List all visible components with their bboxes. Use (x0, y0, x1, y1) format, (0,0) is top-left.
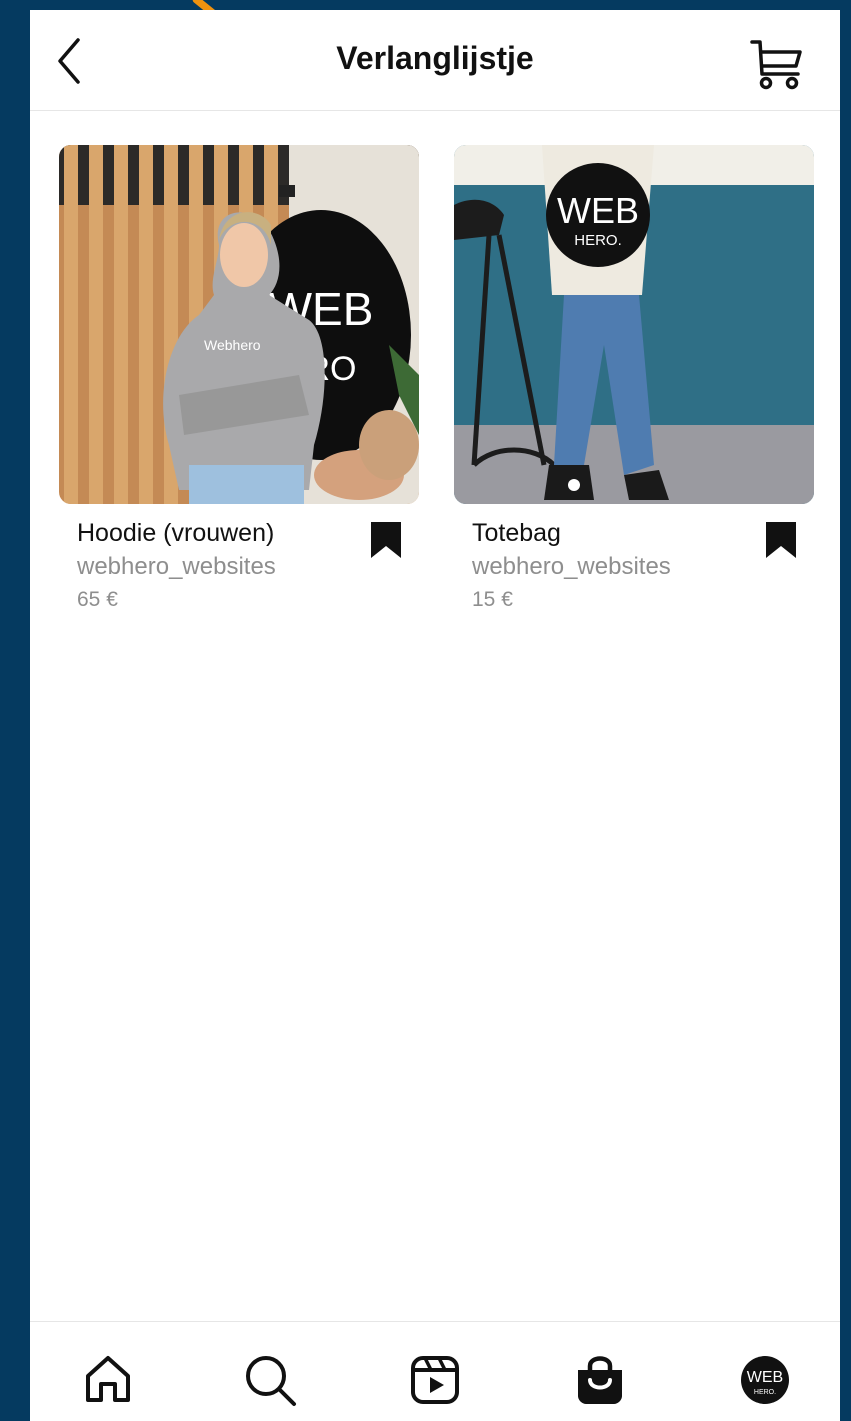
product-image-totebag[interactable]: WEB HERO. (454, 145, 814, 504)
product-card: WEB RO Webhero Hoodie (vrouwen) webhero_… (59, 145, 419, 616)
product-card: WEB HERO. Totebag webhero_websites 15 € (454, 145, 814, 616)
saved-bookmark-button[interactable] (763, 520, 799, 560)
phone-screen: Verlanglijstje WEB RO Webhero Hoodie (vr… (30, 10, 840, 1421)
svg-text:WEB: WEB (557, 190, 639, 231)
cart-icon (750, 40, 802, 90)
hoodie-photo: WEB RO Webhero (59, 145, 419, 504)
tab-reels[interactable] (405, 1350, 465, 1410)
svg-text:WEB: WEB (747, 1369, 783, 1386)
bookmark-filled-icon (766, 522, 796, 558)
saved-bookmark-button[interactable] (368, 520, 404, 560)
svg-text:HERO.: HERO. (574, 232, 622, 249)
tab-search[interactable] (240, 1350, 300, 1410)
totebag-photo: WEB HERO. (454, 145, 814, 504)
svg-text:HERO.: HERO. (754, 1389, 776, 1396)
search-icon (246, 1356, 296, 1406)
bookmark-filled-icon (371, 522, 401, 558)
home-icon (86, 1356, 130, 1402)
product-image-hoodie[interactable]: WEB RO Webhero (59, 145, 419, 504)
reels-icon (411, 1356, 459, 1404)
chevron-left-icon (58, 38, 80, 84)
cart-button[interactable] (746, 36, 806, 92)
tab-shop[interactable] (570, 1350, 630, 1410)
product-info: Hoodie (vrouwen) webhero_websites 65 € (59, 504, 419, 616)
top-nav-bar: Verlanglijstje (30, 10, 840, 111)
page-title-wrapper: Verlanglijstje (30, 40, 840, 77)
page-title: Verlanglijstje (336, 40, 534, 76)
back-button[interactable] (48, 34, 88, 88)
profile-avatar: WEB HERO. (741, 1356, 789, 1404)
tab-home[interactable] (78, 1350, 138, 1410)
bottom-tab-bar: WEB HERO. (30, 1321, 840, 1421)
svg-text:Webhero: Webhero (204, 337, 261, 353)
shop-icon (578, 1356, 622, 1404)
tab-profile[interactable]: WEB HERO. (735, 1350, 795, 1410)
product-price: 65 € (77, 588, 118, 611)
product-price: 15 € (472, 588, 513, 611)
product-info: Totebag webhero_websites 15 € (454, 504, 814, 616)
wishlist-grid: WEB RO Webhero Hoodie (vrouwen) webhero_… (59, 145, 814, 616)
